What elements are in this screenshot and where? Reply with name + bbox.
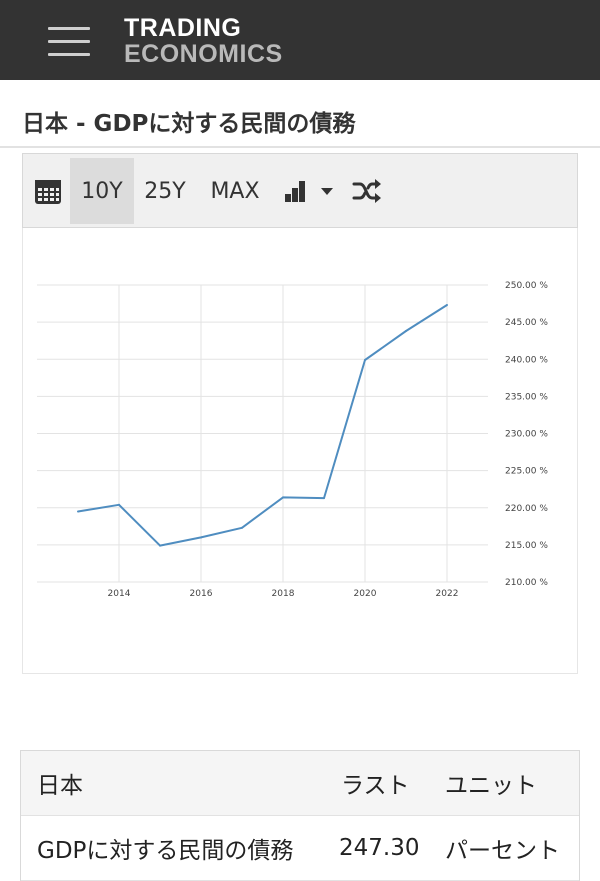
header-last: ラスト <box>341 773 410 799</box>
y-tick-label: 210.00 % <box>505 578 548 588</box>
y-tick-label: 225.00 % <box>505 467 548 477</box>
x-tick-label: 2022 <box>436 589 459 599</box>
site-header: TRADING ECONOMICS <box>0 0 600 80</box>
row-indicator[interactable]: GDPに対する民間の債務 <box>37 816 293 880</box>
line-chart: 210.00 % 215.00 % 220.00 % 225.00 % 230.00 %… <box>37 281 548 599</box>
row-last-value: 247.30 <box>339 835 420 861</box>
calendar-icon[interactable] <box>29 158 67 224</box>
page-title: 日本 - GDPに対する民間の債務 <box>22 111 356 137</box>
data-point <box>282 496 284 499</box>
shuffle-icon[interactable] <box>348 158 386 224</box>
range-25y-button[interactable]: 25Y <box>137 158 193 224</box>
row-unit: パーセント <box>445 838 560 864</box>
data-point <box>323 497 325 500</box>
data-table: 日本 ラスト ユニット GDPに対する民間の債務 247.30 パーセント <box>20 750 580 881</box>
data-point <box>77 510 79 513</box>
header-country: 日本 <box>37 773 83 799</box>
x-tick-label: 2020 <box>354 589 377 599</box>
data-point <box>159 544 161 547</box>
x-tick-label: 2014 <box>108 589 131 599</box>
series-line <box>77 304 448 547</box>
header-unit: ユニット <box>445 773 537 799</box>
range-10y-button[interactable]: 10Y <box>70 158 134 224</box>
menu-icon[interactable] <box>48 26 90 58</box>
data-point <box>364 358 366 361</box>
y-tick-label: 250.00 % <box>505 281 548 291</box>
logo-line-2: ECONOMICS <box>124 40 283 68</box>
chart-toolbar: 10Y 25Y MAX <box>22 153 578 228</box>
chart-type-dropdown[interactable] <box>275 158 341 224</box>
data-point <box>241 526 243 529</box>
y-tick-label: 215.00 % <box>505 541 548 551</box>
x-tick-label: 2018 <box>272 589 295 599</box>
y-tick-label: 245.00 % <box>505 318 548 328</box>
site-logo[interactable]: TRADING ECONOMICS <box>124 15 283 67</box>
logo-line-1: TRADING <box>124 14 242 42</box>
data-point <box>118 503 120 506</box>
y-tick-label: 220.00 % <box>505 504 548 514</box>
table-row[interactable]: GDPに対する民間の債務 247.30 パーセント <box>21 816 579 881</box>
x-tick-label: 2016 <box>190 589 213 599</box>
table-header-row: 日本 ラスト ユニット <box>21 751 579 816</box>
bar-chart-icon <box>285 181 333 202</box>
chart-panel: 210.00 % 215.00 % 220.00 % 225.00 % 230.00 %… <box>22 228 578 674</box>
y-tick-label: 240.00 % <box>505 355 548 365</box>
range-max-button[interactable]: MAX <box>201 158 269 224</box>
y-tick-label: 235.00 % <box>505 392 548 402</box>
y-tick-label: 230.00 % <box>505 430 548 440</box>
data-point <box>200 536 202 539</box>
title-divider <box>0 146 600 148</box>
data-point <box>446 304 448 307</box>
data-point <box>405 330 407 333</box>
